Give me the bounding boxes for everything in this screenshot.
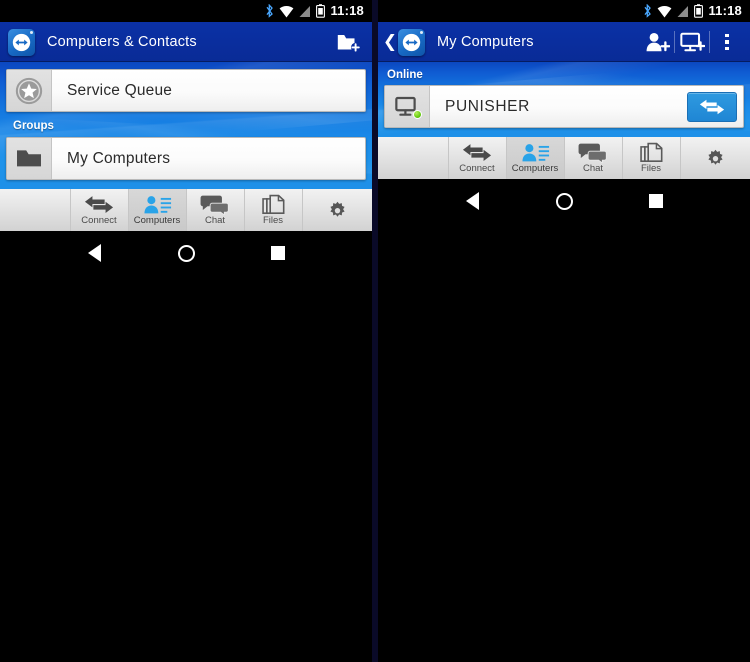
- tab-label: Files: [640, 163, 662, 174]
- tab-computers[interactable]: Computers: [506, 137, 565, 179]
- computer-name: PUNISHER: [445, 97, 530, 115]
- right-list: PUNISHER: [378, 85, 750, 135]
- online-status-indicator: [413, 110, 422, 119]
- tab-bar-left-spacer: [0, 189, 71, 231]
- right-page-title: My Computers: [437, 34, 534, 50]
- connect-arrows-icon: [699, 99, 725, 114]
- bluetooth-icon: [644, 4, 652, 18]
- settings-button[interactable]: [303, 189, 373, 231]
- bluetooth-icon: [266, 4, 274, 18]
- files-icon: [640, 142, 663, 163]
- list-item-service-queue[interactable]: Service Queue: [6, 69, 366, 112]
- battery-icon: [694, 4, 704, 18]
- right-tab-bar: Connect Computers Chat Files: [378, 135, 750, 179]
- tab-label: Files: [262, 215, 284, 226]
- tab-label: Computers: [511, 163, 559, 174]
- left-list: Service Queue Groups My Computers: [0, 62, 372, 187]
- status-bar-clock: 11:18: [708, 3, 742, 18]
- tab-label: Connect: [81, 215, 117, 226]
- connect-arrows-icon: [84, 196, 114, 213]
- left-tab-bar: Connect Computers Chat Files: [0, 187, 372, 231]
- overflow-menu-icon[interactable]: [710, 22, 744, 62]
- wifi-icon: [658, 5, 672, 17]
- recents-nav-button[interactable]: [636, 181, 676, 221]
- left-page-title: Computers & Contacts: [47, 34, 197, 50]
- computers-contacts-icon: [522, 144, 550, 162]
- tab-files[interactable]: Files: [245, 189, 303, 231]
- cellular-signal-icon: [677, 5, 689, 17]
- service-queue-star-icon: [7, 70, 52, 111]
- back-chevron-icon[interactable]: ❮: [382, 22, 398, 62]
- list-item-label: Service Queue: [67, 81, 173, 99]
- add-computer-icon[interactable]: [675, 22, 709, 62]
- tab-chat[interactable]: Chat: [565, 137, 623, 179]
- teamviewer-logo-icon: [398, 28, 425, 56]
- home-nav-button[interactable]: [166, 233, 206, 273]
- folder-icon: [7, 138, 52, 179]
- left-content-area: Service Queue Groups My Computers: [0, 62, 372, 187]
- online-section-header: Online: [387, 69, 423, 81]
- files-icon: [262, 194, 285, 215]
- tab-label: Computers: [133, 215, 181, 226]
- chat-bubbles-icon: [578, 143, 607, 163]
- add-folder-icon[interactable]: [332, 22, 366, 62]
- right-app-bar: ❮ My Computers: [378, 22, 750, 62]
- list-item-my-computers[interactable]: My Computers: [6, 137, 366, 180]
- gear-icon: [330, 201, 345, 217]
- groups-header: Groups: [13, 120, 54, 132]
- tab-computers[interactable]: Computers: [128, 189, 187, 231]
- recents-nav-button[interactable]: [258, 233, 298, 273]
- tab-connect[interactable]: Connect: [449, 137, 507, 179]
- status-bar: 11:18: [378, 0, 750, 22]
- tab-label: Chat: [204, 215, 226, 226]
- back-nav-button[interactable]: [452, 181, 492, 221]
- battery-icon: [316, 4, 326, 18]
- cellular-signal-icon: [299, 5, 311, 17]
- tab-connect[interactable]: Connect: [71, 189, 129, 231]
- computers-contacts-icon: [144, 196, 172, 214]
- right-phone-screen: 11:18 ❮ My Computers Online PUNISHER Con…: [378, 0, 750, 662]
- status-bar-clock: 11:18: [330, 3, 364, 18]
- row-action: [687, 86, 743, 127]
- left-app-bar: Computers & Contacts: [0, 22, 372, 62]
- list-item-label: My Computers: [67, 149, 171, 167]
- left-phone-screen: 11:18 Computers & Contacts Service Queue…: [0, 0, 372, 662]
- connect-arrows-icon: [462, 144, 492, 161]
- teamviewer-logo-icon: [8, 28, 35, 56]
- tab-label: Chat: [582, 163, 604, 174]
- dual-screenshot-container: 11:18 Computers & Contacts Service Queue…: [0, 0, 750, 662]
- status-bar: 11:18: [0, 0, 372, 22]
- left-nav-bar: [0, 231, 372, 275]
- list-item-punisher[interactable]: PUNISHER: [384, 85, 744, 128]
- tab-label: Connect: [459, 163, 495, 174]
- add-contact-icon[interactable]: [640, 22, 674, 62]
- connect-button[interactable]: [687, 91, 737, 122]
- home-nav-button[interactable]: [544, 181, 584, 221]
- tab-bar-left-spacer: [378, 137, 449, 179]
- gear-icon: [708, 149, 723, 165]
- tab-chat[interactable]: Chat: [187, 189, 245, 231]
- computer-monitor-icon: [385, 86, 430, 127]
- settings-button[interactable]: [681, 137, 750, 179]
- right-content-area: Online PUNISHER: [378, 62, 750, 135]
- right-nav-bar: [378, 179, 750, 223]
- back-nav-button[interactable]: [74, 233, 114, 273]
- wifi-icon: [280, 5, 294, 17]
- chat-bubbles-icon: [200, 195, 229, 215]
- tab-files[interactable]: Files: [623, 137, 681, 179]
